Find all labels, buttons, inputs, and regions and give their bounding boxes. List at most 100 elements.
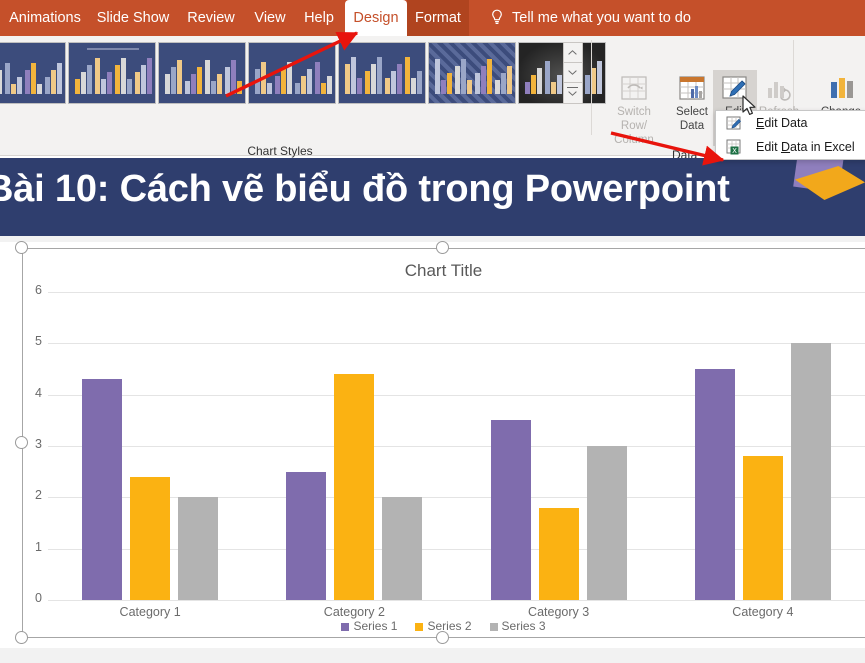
thumb-bar [155,79,156,94]
thumb-bar [405,57,410,94]
thumb-bar [585,75,590,94]
more-styles-button[interactable] [564,83,582,103]
thumb-bar [371,64,376,94]
chart-bar[interactable] [130,476,171,600]
thumb-bar [365,71,370,94]
y-axis-tick: 1 [35,539,42,554]
select-data-icon [679,76,705,100]
thumb-bar [295,83,300,94]
chart-style-thumb-7[interactable] [518,42,606,104]
thumb-bar [127,79,132,94]
thumb-bar [281,69,286,94]
chart-bar[interactable] [334,374,375,600]
thumb-bar [245,74,246,94]
tab-view[interactable]: View [246,0,294,36]
thumb-bar [191,74,196,94]
tab-review[interactable]: Review [180,0,242,36]
excel-icon: X [726,139,741,155]
refresh-data-icon [768,82,791,101]
chart-style-thumb-6[interactable] [428,42,516,104]
thumb-bar [397,64,402,94]
chart-bar[interactable] [538,507,579,600]
thumb-bar [357,78,362,94]
tell-me-search[interactable]: Tell me what you want to do [512,0,691,36]
chart-bar[interactable] [742,456,783,600]
chart-bar[interactable] [790,343,831,600]
legend-entry[interactable]: Series 3 [489,619,546,633]
chart-title[interactable]: Chart Title [22,261,865,281]
thumb-title-bar [87,48,139,50]
chart-bar[interactable] [286,471,327,600]
tab-slide-show[interactable]: Slide Show [92,0,174,36]
thumb-bar [267,83,272,94]
switch-row-column-button[interactable]: Switch Row/ Column [605,74,663,147]
thumb-bar [435,59,440,94]
thumb-bar [231,60,236,94]
legend-label: Series 3 [501,619,546,633]
slide-title-text[interactable]: Bài 10: Cách vẽ biểu đồ trong Powerpoint [0,168,865,211]
chart-gridline [48,292,865,293]
ribbon-tabstrip: Animations Slide Show Review View Help D… [0,0,865,36]
thumb-bar [141,65,146,94]
resize-handle-bottom-left[interactable] [15,631,28,644]
lightbulb-icon [492,9,502,24]
chart-plot-area[interactable]: 0 1 2 3 4 5 6 Category 1 Category 2 Category 3 Cat… [35,283,865,619]
chart-style-thumb-5[interactable] [338,42,426,104]
legend-entry[interactable]: Series 1 [341,619,397,633]
tab-format[interactable]: Format [407,0,469,36]
resize-handle-bottom-center[interactable] [436,631,449,644]
tab-design[interactable]: Design [345,0,407,36]
edit-data-dropdown-menu[interactable]: Edit Data X Edit Data in Excel [715,110,865,160]
thumb-bar [205,60,210,94]
menu-item-edit-data-in-excel-label: Edit Data in Excel [756,140,855,154]
scroll-down-button[interactable] [564,63,582,83]
thumb-bar [185,81,190,94]
switch-row-column-icon [621,76,647,100]
thumb-bar [275,76,280,94]
chevron-down-icon [568,70,577,75]
thumb-bar [411,78,416,94]
tab-animations[interactable]: Animations [4,0,86,36]
thumb-bar [537,68,542,94]
thumb-bar [101,79,106,94]
thumb-bar [441,80,446,94]
chart-bar[interactable] [490,420,531,600]
chart-bar[interactable] [694,369,735,600]
thumb-bar [481,66,486,94]
thumb-bar [95,58,100,94]
menu-item-edit-data[interactable]: Edit Data [716,111,865,135]
thumb-bar [65,84,66,94]
tab-help[interactable]: Help [296,0,342,36]
thumb-bar [307,69,312,94]
chart-style-thumb-1[interactable] [0,42,66,104]
chart-style-thumb-2[interactable] [68,42,156,104]
thumb-bar [531,75,536,94]
slide-gap [0,236,865,242]
thumb-bar [327,76,332,94]
thumb-bar [217,74,222,94]
chart-style-thumb-3[interactable] [158,42,246,104]
thumb-bar [321,83,326,94]
thumb-bar [75,79,80,94]
thumb-bar [351,57,356,94]
thumb-bar [301,76,306,94]
chart-bar[interactable] [382,497,423,600]
thumb-bar [495,80,500,94]
thumb-bar [447,73,452,94]
gallery-scrollbar[interactable] [563,42,583,104]
thumb-bar [425,64,426,94]
resize-handle-middle-left[interactable] [15,436,28,449]
chart-bar[interactable] [82,379,123,600]
bottom-strip [0,648,865,663]
menu-item-edit-data-in-excel[interactable]: X Edit Data in Excel [716,135,865,159]
scroll-up-button[interactable] [564,43,582,63]
chart-bar[interactable] [586,446,627,600]
chart-style-thumb-4[interactable] [248,42,336,104]
svg-text:X: X [732,147,737,155]
thumb-bar [501,73,506,94]
chart-object[interactable]: Chart Title 0 1 2 3 4 5 6 Category 1 Category 2C… [15,241,865,644]
resize-handle-top-left[interactable] [15,241,28,254]
resize-handle-top-center[interactable] [436,241,449,254]
chart-bar[interactable] [178,497,219,600]
thumb-bar [135,72,140,94]
